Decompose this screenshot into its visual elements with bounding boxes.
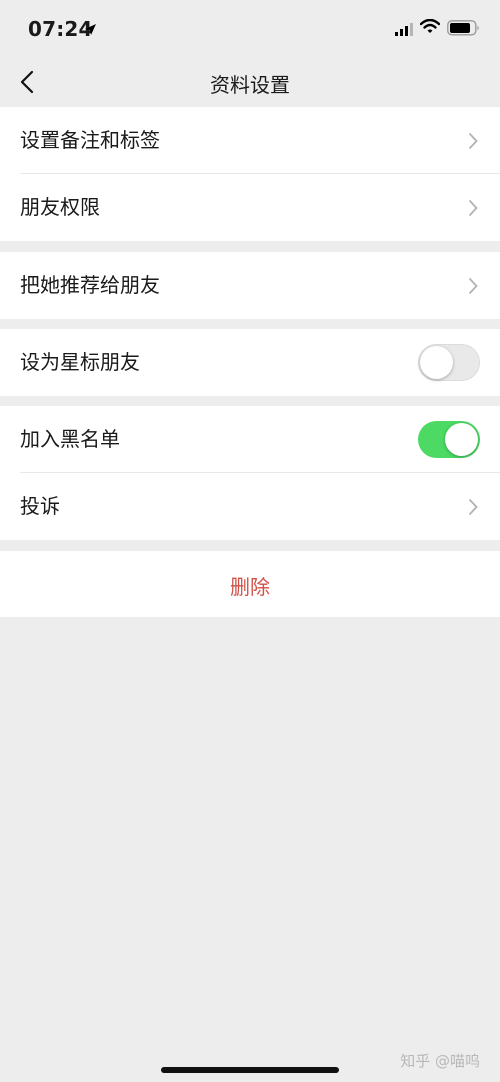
- row-label: 设置备注和标签: [20, 128, 160, 152]
- row-label: 加入黑名单: [20, 427, 120, 451]
- settings-group-block: 加入黑名单 投诉: [0, 406, 500, 540]
- row-label: 把她推荐给朋友: [20, 273, 160, 297]
- wifi-icon: [419, 18, 441, 39]
- toggle-knob: [420, 346, 453, 379]
- report-row[interactable]: 投诉: [0, 473, 500, 540]
- home-indicator[interactable]: [161, 1067, 339, 1073]
- cellular-signal-icon: [395, 22, 415, 41]
- chevron-right-icon: [468, 199, 478, 221]
- settings-group-star: 设为星标朋友: [0, 329, 500, 396]
- delete-label: 删除: [230, 575, 270, 599]
- delete-button[interactable]: 删除: [0, 551, 500, 617]
- chevron-right-icon: [468, 498, 478, 520]
- recommend-to-friend-row[interactable]: 把她推荐给朋友: [0, 252, 500, 319]
- settings-group-recommend: 把她推荐给朋友: [0, 252, 500, 319]
- blacklist-toggle[interactable]: [418, 421, 480, 458]
- toggle-knob: [445, 423, 478, 456]
- settings-group-remarks: 设置备注和标签 朋友权限: [0, 107, 500, 241]
- status-bar: 07:24: [0, 0, 500, 60]
- watermark: 知乎 @喵呜: [400, 1052, 480, 1070]
- add-to-blacklist-row: 加入黑名单: [0, 406, 500, 473]
- star-friend-toggle[interactable]: [418, 344, 480, 381]
- row-label: 朋友权限: [20, 195, 100, 219]
- star-friend-row: 设为星标朋友: [0, 329, 500, 396]
- battery-icon: [447, 20, 481, 40]
- row-label: 投诉: [20, 494, 60, 518]
- page-title: 资料设置: [210, 73, 290, 97]
- row-label: 设为星标朋友: [20, 350, 140, 374]
- status-time: 07:24: [28, 17, 93, 41]
- chevron-right-icon: [468, 132, 478, 154]
- friend-permissions-row[interactable]: 朋友权限: [0, 174, 500, 241]
- set-remarks-and-tags-row[interactable]: 设置备注和标签: [0, 107, 500, 174]
- nav-bar: 资料设置: [0, 60, 500, 107]
- chevron-right-icon: [468, 277, 478, 299]
- location-arrow-icon: [84, 21, 97, 40]
